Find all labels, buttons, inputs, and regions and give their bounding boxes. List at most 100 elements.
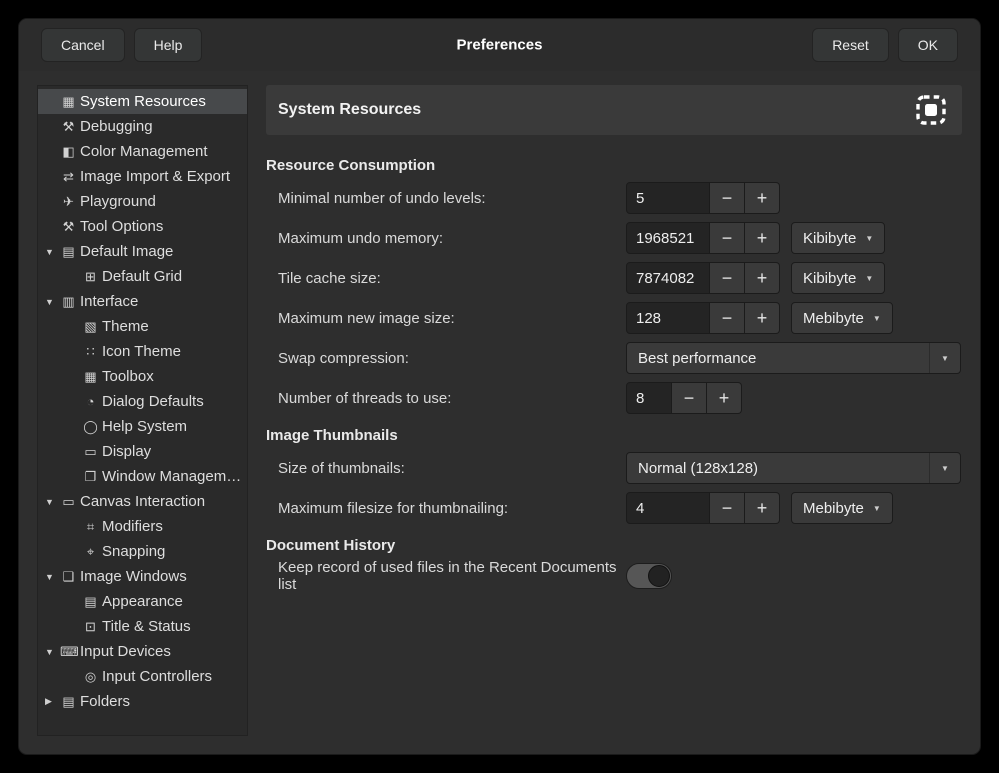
sidebar-item-label: Title & Status — [102, 618, 191, 635]
expander-expanded-icon[interactable]: ▼ — [45, 497, 60, 507]
keep-record-label: Keep record of used files in the Recent … — [266, 559, 626, 593]
sidebar-item-snapping[interactable]: ⌖ Snapping — [38, 539, 247, 564]
image-windows-icon: ❑ — [60, 569, 77, 585]
sidebar-item-label: Dialog Defaults — [102, 393, 204, 410]
sidebar-item-playground[interactable]: ✈ Playground — [38, 189, 247, 214]
expander-expanded-icon[interactable]: ▼ — [45, 297, 60, 307]
undo-levels-input[interactable] — [626, 182, 710, 214]
sidebar-item-title-status[interactable]: ⊡ Title & Status — [38, 614, 247, 639]
sidebar-item-system-resources[interactable]: ▦ System Resources — [38, 89, 247, 114]
content-pane: System Resources Resource Consumption Mi… — [266, 85, 962, 736]
threads-input[interactable] — [626, 382, 672, 414]
expander-collapsed-icon[interactable]: ▶ — [45, 696, 60, 707]
undo-memory-input[interactable] — [626, 222, 710, 254]
plus-icon: + — [757, 229, 768, 247]
sidebar-item-tool-options[interactable]: ⚒ Tool Options — [38, 214, 247, 239]
sidebar-item-label: Playground — [80, 193, 156, 210]
undo-levels-decrement-button[interactable]: − — [710, 182, 745, 214]
content-header: System Resources — [266, 85, 962, 135]
sidebar-item-input-devices[interactable]: ▼ ⌨ Input Devices — [38, 639, 247, 664]
swap-compression-value: Best performance — [627, 350, 929, 367]
sidebar-item-image-import-export[interactable]: ⇄ Image Import & Export — [38, 164, 247, 189]
ok-button[interactable]: OK — [898, 28, 958, 62]
thumbnail-filesize-decrement-button[interactable]: − — [710, 492, 745, 524]
minus-icon: − — [722, 229, 733, 247]
sidebar-item-modifiers[interactable]: ⌗ Modifiers — [38, 514, 247, 539]
grid-icon: ⊞ — [82, 269, 99, 285]
debugging-icon: ⚒ — [60, 119, 77, 135]
expander-expanded-icon[interactable]: ▼ — [45, 247, 60, 257]
sidebar-item-help-system[interactable]: ◯ Help System — [38, 414, 247, 439]
keep-record-toggle[interactable] — [626, 563, 672, 589]
sidebar-item-debugging[interactable]: ⚒ Debugging — [38, 114, 247, 139]
tile-cache-decrement-button[interactable]: − — [710, 262, 745, 294]
row-keep-record: Keep record of used files in the Recent … — [266, 558, 962, 594]
thumbnail-filesize-unit-dropdown[interactable]: Mebibyte ▼ — [791, 492, 893, 524]
sidebar-item-appearance[interactable]: ▤ Appearance — [38, 589, 247, 614]
undo-memory-unit-dropdown[interactable]: Kibibyte ▼ — [791, 222, 885, 254]
expander-expanded-icon[interactable]: ▼ — [45, 647, 60, 657]
sidebar-item-theme[interactable]: ▧ Theme — [38, 314, 247, 339]
plus-icon: + — [757, 189, 768, 207]
sidebar-item-input-controllers[interactable]: ◎ Input Controllers — [38, 664, 247, 689]
threads-decrement-button[interactable]: − — [672, 382, 707, 414]
sidebar-item-toolbox[interactable]: ▦ Toolbox — [38, 364, 247, 389]
thumbnail-filesize-input[interactable] — [626, 492, 710, 524]
tile-cache-increment-button[interactable]: + — [745, 262, 780, 294]
cancel-button[interactable]: Cancel — [41, 28, 125, 62]
sidebar-item-label: Interface — [80, 293, 138, 310]
tile-cache-unit-dropdown[interactable]: Kibibyte ▼ — [791, 262, 885, 294]
threads-increment-button[interactable]: + — [707, 382, 742, 414]
sidebar-item-interface[interactable]: ▼ ▥ Interface — [38, 289, 247, 314]
thumbnail-filesize-label: Maximum filesize for thumbnailing: — [266, 500, 626, 517]
swap-compression-dropdown[interactable]: Best performance ▼ — [626, 342, 961, 374]
section-document-history: Document History — [266, 537, 962, 554]
sidebar-item-display[interactable]: ▭ Display — [38, 439, 247, 464]
dropdown-arrow-area: ▼ — [929, 343, 960, 373]
sidebar-item-label: Snapping — [102, 543, 165, 560]
minus-icon: − — [722, 269, 733, 287]
sidebar-item-default-grid[interactable]: ⊞ Default Grid — [38, 264, 247, 289]
expander-expanded-icon[interactable]: ▼ — [45, 572, 60, 582]
thumbnail-filesize-increment-button[interactable]: + — [745, 492, 780, 524]
reset-button[interactable]: Reset — [812, 28, 889, 62]
row-tile-cache: Tile cache size: − + Kibibyte ▼ — [266, 258, 962, 298]
tile-cache-input[interactable] — [626, 262, 710, 294]
help-button[interactable]: Help — [134, 28, 203, 62]
sidebar-item-default-image[interactable]: ▼ ▤ Default Image — [38, 239, 247, 264]
cpu-icon — [912, 91, 950, 129]
undo-memory-decrement-button[interactable]: − — [710, 222, 745, 254]
dialog-defaults-icon: ◔ — [82, 394, 99, 409]
sidebar-item-icon-theme[interactable]: ∷ Icon Theme — [38, 339, 247, 364]
sidebar-item-dialog-defaults[interactable]: ◔ Dialog Defaults — [38, 389, 247, 414]
airplane-icon: ✈ — [60, 194, 77, 210]
sidebar-item-canvas-interaction[interactable]: ▼ ▭ Canvas Interaction — [38, 489, 247, 514]
sidebar-item-label: Modifiers — [102, 518, 163, 535]
undo-levels-increment-button[interactable]: + — [745, 182, 780, 214]
sidebar-item-label: Toolbox — [102, 368, 154, 385]
row-undo-levels: Minimal number of undo levels: − + — [266, 178, 962, 218]
sidebar-item-window-management[interactable]: ❐ Window Management — [38, 464, 247, 489]
max-image-size-input[interactable] — [626, 302, 710, 334]
sidebar-item-color-management[interactable]: ◧ Color Management — [38, 139, 247, 164]
snapping-icon: ⌖ — [82, 544, 99, 560]
sidebar-item-folders[interactable]: ▶ ▤ Folders — [38, 689, 247, 714]
display-icon: ▭ — [82, 444, 99, 460]
row-threads: Number of threads to use: − + — [266, 378, 962, 418]
row-thumbnail-filesize: Maximum filesize for thumbnailing: − + M… — [266, 488, 962, 528]
max-image-size-increment-button[interactable]: + — [745, 302, 780, 334]
minus-icon: − — [722, 309, 733, 327]
max-image-size-decrement-button[interactable]: − — [710, 302, 745, 334]
max-image-size-unit-dropdown[interactable]: Mebibyte ▼ — [791, 302, 893, 334]
sidebar-item-image-windows[interactable]: ▼ ❑ Image Windows — [38, 564, 247, 589]
thumbnail-size-label: Size of thumbnails: — [266, 460, 626, 477]
folder-icon: ▤ — [60, 694, 77, 710]
undo-levels-spinner: − + — [626, 182, 780, 214]
row-max-image-size: Maximum new image size: − + Mebibyte ▼ — [266, 298, 962, 338]
toolbox-icon: ▦ — [82, 369, 99, 385]
modifiers-icon: ⌗ — [82, 519, 99, 535]
undo-memory-increment-button[interactable]: + — [745, 222, 780, 254]
thumbnail-size-dropdown[interactable]: Normal (128x128) ▼ — [626, 452, 961, 484]
sidebar-item-label: Icon Theme — [102, 343, 181, 360]
sidebar-item-label: Help System — [102, 418, 187, 435]
